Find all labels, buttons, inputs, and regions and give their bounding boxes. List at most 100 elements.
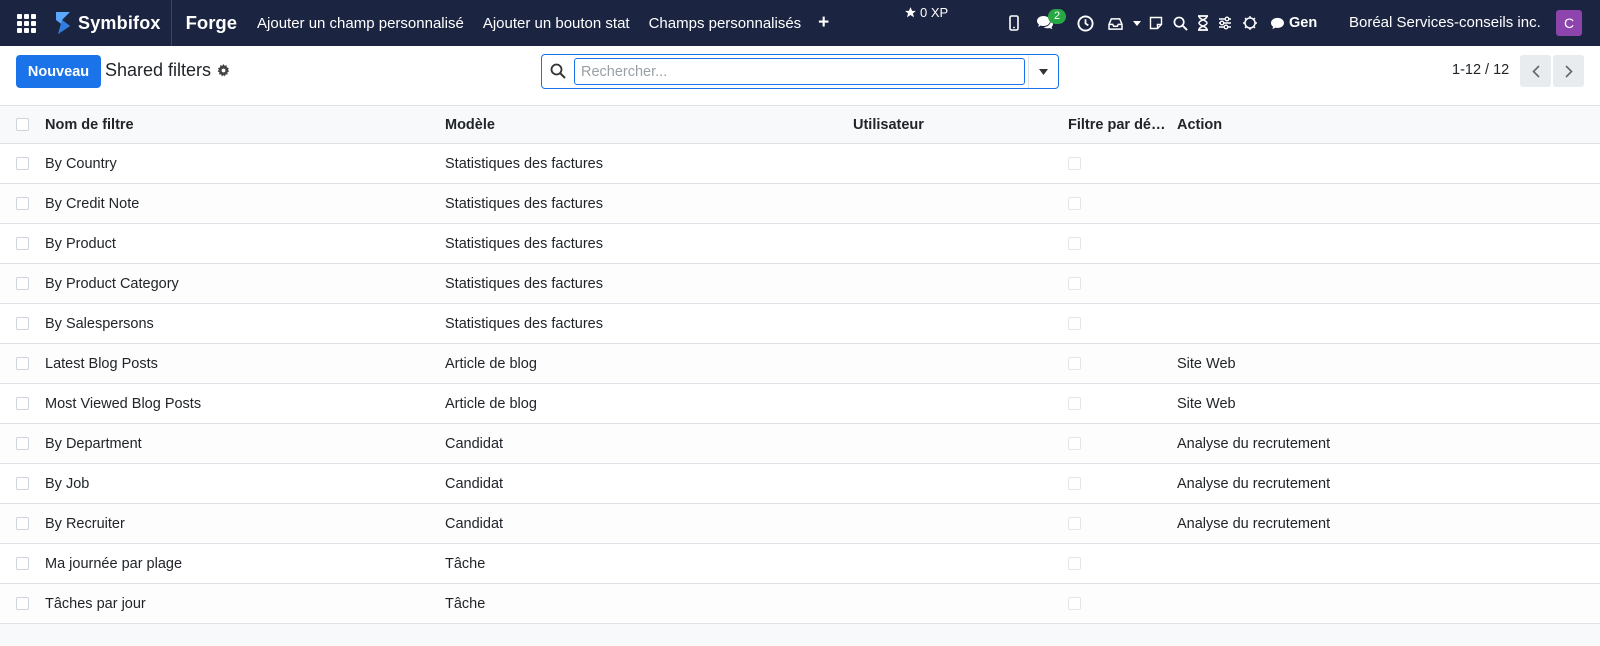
- pager-next-button[interactable]: [1553, 55, 1584, 87]
- new-button[interactable]: Nouveau: [16, 55, 101, 88]
- table-row[interactable]: By Product Statistiques des factures: [0, 224, 1600, 264]
- table-row[interactable]: By Product Category Statistiques des fact…: [0, 264, 1600, 304]
- search-icon[interactable]: [550, 63, 566, 79]
- row-select-checkbox[interactable]: [16, 597, 29, 610]
- user-avatar[interactable]: C: [1556, 10, 1582, 36]
- list-header: Nom de filtre Modèle Utilisateur Filtre …: [0, 106, 1600, 144]
- breadcrumb: Shared filters: [105, 60, 230, 81]
- filter-name-cell: By Salespersons: [45, 315, 154, 332]
- page-title: Shared filters: [105, 60, 212, 80]
- select-all-checkbox[interactable]: [16, 118, 29, 131]
- add-menu-icon[interactable]: +: [818, 12, 829, 34]
- model-cell: Tâche: [445, 555, 486, 572]
- xp-indicator[interactable]: 0 XP: [904, 5, 948, 20]
- gear-icon[interactable]: [217, 64, 230, 77]
- app-switcher-icon[interactable]: [0, 0, 52, 46]
- column-header-user[interactable]: Utilisateur: [853, 106, 1053, 143]
- control-panel: Nouveau Shared filters 1-12 / 12: [0, 46, 1600, 106]
- user-cell: [853, 344, 1053, 383]
- table-row[interactable]: Ma journée par plage Tâche: [0, 544, 1600, 584]
- action-cell: [1177, 224, 1577, 263]
- row-select-checkbox[interactable]: [16, 277, 29, 290]
- menu-add-custom-field[interactable]: Ajouter un champ personnalisé: [257, 15, 464, 32]
- table-row[interactable]: By Job Candidat Analyse du recrutement: [0, 464, 1600, 504]
- user-cell: [853, 464, 1053, 503]
- table-row[interactable]: Latest Blog Posts Article de blog Site Web: [0, 344, 1600, 384]
- column-header-model[interactable]: Modèle: [445, 106, 845, 143]
- app-name[interactable]: Forge: [186, 12, 237, 34]
- note-icon[interactable]: [1148, 0, 1164, 46]
- filter-name-cell: By Product Category: [45, 275, 179, 292]
- row-select-checkbox[interactable]: [16, 477, 29, 490]
- row-select-checkbox[interactable]: [16, 317, 29, 330]
- action-cell: [1177, 184, 1577, 223]
- menu-add-stat-button[interactable]: Ajouter un bouton stat: [483, 15, 630, 32]
- filter-name-cell: By Product: [45, 235, 116, 252]
- user-cell: [853, 144, 1053, 183]
- row-select-checkbox[interactable]: [16, 557, 29, 570]
- model-cell: Candidat: [445, 435, 504, 452]
- pager-previous-button[interactable]: [1520, 55, 1551, 87]
- default-filter-checkbox: [1068, 157, 1081, 170]
- chevron-right-icon: [1564, 64, 1573, 78]
- default-filter-checkbox: [1068, 517, 1081, 530]
- action-cell: Analyse du recrutement: [1177, 435, 1331, 452]
- activity-clock-icon[interactable]: [1074, 0, 1096, 46]
- company-switcher[interactable]: Boréal Services-conseils inc.: [1349, 0, 1541, 46]
- mobile-icon[interactable]: [1004, 0, 1024, 46]
- user-cell: [853, 504, 1053, 543]
- chat-bubble-icon: [1271, 17, 1284, 29]
- filter-name-cell: By Job: [45, 475, 90, 492]
- row-select-checkbox[interactable]: [16, 357, 29, 370]
- search-input[interactable]: [574, 58, 1025, 85]
- row-select-checkbox[interactable]: [16, 157, 29, 170]
- hourglass-icon[interactable]: [1196, 0, 1210, 46]
- row-select-checkbox[interactable]: [16, 437, 29, 450]
- default-filter-checkbox: [1068, 357, 1081, 370]
- column-header-default[interactable]: Filtre par dé…: [1068, 106, 1168, 143]
- messages-count-badge: 2: [1048, 9, 1067, 24]
- menu-custom-fields[interactable]: Champs personnalisés: [649, 15, 802, 32]
- filter-name-cell: By Department: [45, 435, 142, 452]
- caret-down-icon: [1039, 68, 1048, 75]
- inbox-icon[interactable]: [1104, 0, 1126, 46]
- chevron-left-icon: [1531, 64, 1540, 78]
- row-select-checkbox[interactable]: [16, 517, 29, 530]
- search-options-toggle[interactable]: [1028, 55, 1058, 88]
- table-row[interactable]: Most Viewed Blog Posts Article de blog Sit…: [0, 384, 1600, 424]
- user-cell: [853, 384, 1053, 423]
- column-header-name[interactable]: Nom de filtre: [45, 106, 435, 143]
- action-cell: Analyse du recrutement: [1177, 515, 1331, 532]
- brand-name: Symbifox: [78, 12, 161, 33]
- default-filter-checkbox: [1068, 557, 1081, 570]
- pager-value[interactable]: 1-12 / 12: [1452, 62, 1509, 78]
- column-header-action[interactable]: Action: [1177, 106, 1577, 143]
- brand-logo[interactable]: Symbifox: [52, 0, 172, 46]
- table-row[interactable]: By Salespersons Statistiques des factures: [0, 304, 1600, 344]
- table-row[interactable]: By Recruiter Candidat Analyse du recruteme…: [0, 504, 1600, 544]
- model-cell: Candidat: [445, 475, 504, 492]
- row-select-checkbox[interactable]: [16, 237, 29, 250]
- search-icon[interactable]: [1172, 0, 1188, 46]
- ai-chat-button[interactable]: Gen: [1270, 15, 1317, 31]
- default-filter-checkbox: [1068, 397, 1081, 410]
- table-row[interactable]: By Department Candidat Analyse du recrutem…: [0, 424, 1600, 464]
- default-filter-checkbox: [1068, 277, 1081, 290]
- default-filter-checkbox: [1068, 317, 1081, 330]
- filter-name-cell: Tâches par jour: [45, 595, 146, 612]
- debug-bug-icon[interactable]: [1242, 0, 1258, 46]
- star-icon: [905, 7, 916, 18]
- chevron-down-icon[interactable]: [1132, 0, 1142, 46]
- action-cell: Site Web: [1177, 395, 1236, 412]
- filter-name-cell: Ma journée par plage: [45, 555, 183, 572]
- xp-label: 0 XP: [920, 5, 949, 20]
- settings-sliders-icon[interactable]: [1218, 0, 1232, 46]
- row-select-checkbox[interactable]: [16, 197, 29, 210]
- table-row[interactable]: By Credit Note Statistiques des factures: [0, 184, 1600, 224]
- model-cell: Statistiques des factures: [445, 235, 603, 252]
- table-row[interactable]: Tâches par jour Tâche: [0, 584, 1600, 624]
- user-cell: [853, 584, 1053, 623]
- row-select-checkbox[interactable]: [16, 397, 29, 410]
- filter-name-cell: By Recruiter: [45, 515, 125, 532]
- table-row[interactable]: By Country Statistiques des factures: [0, 144, 1600, 184]
